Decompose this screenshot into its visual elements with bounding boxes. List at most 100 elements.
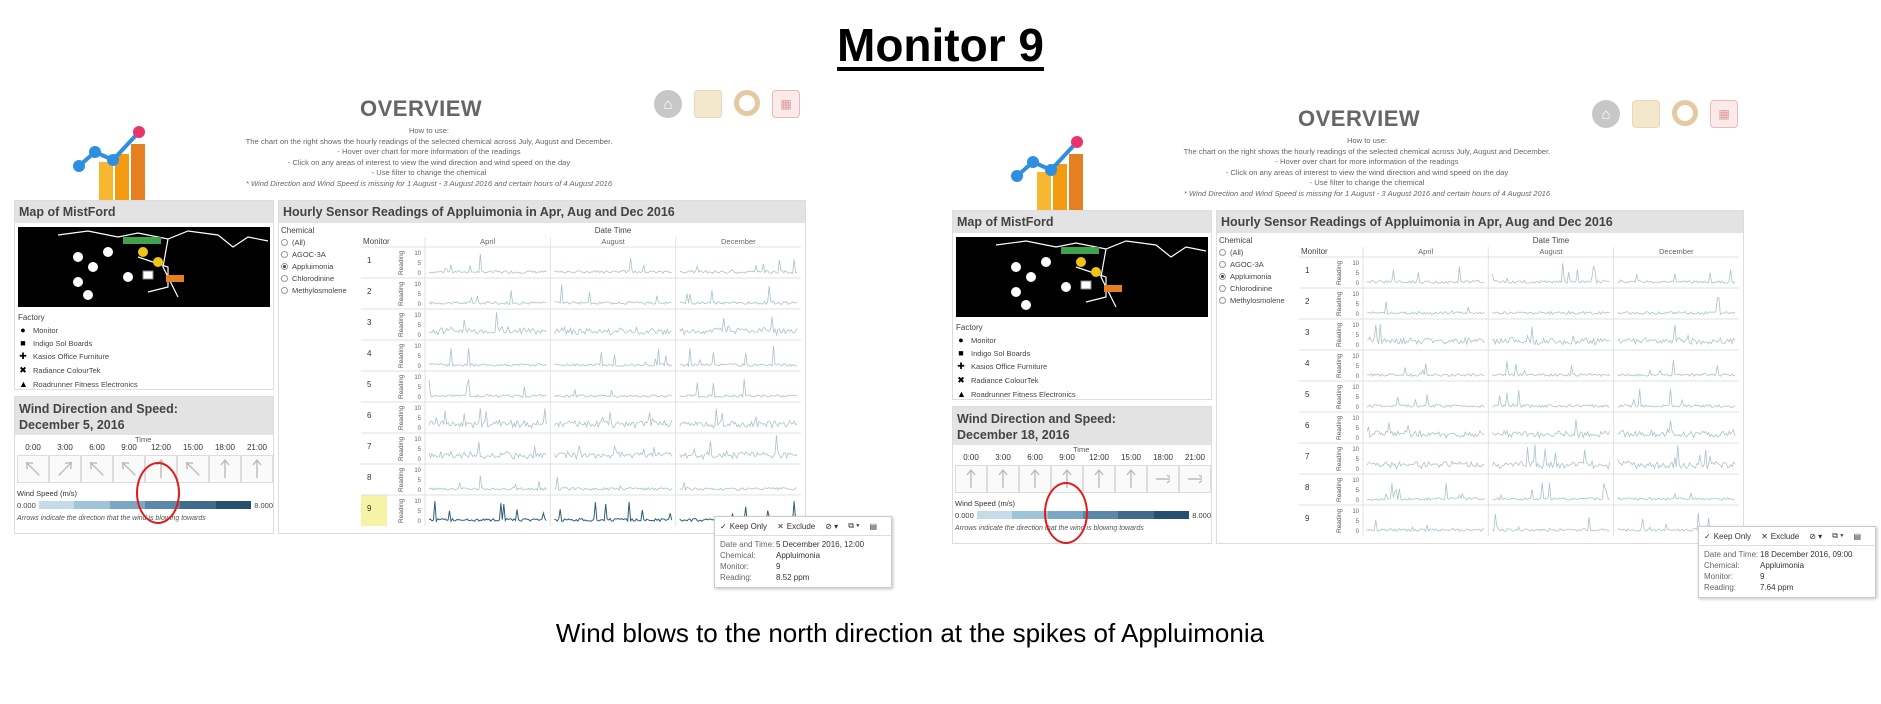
reading-series-line[interactable] bbox=[554, 257, 672, 274]
group-icon[interactable]: ⊘ ▾ bbox=[1809, 532, 1822, 541]
set-icon[interactable]: ⧉ ▾ bbox=[1832, 531, 1843, 541]
reading-series-line[interactable] bbox=[679, 435, 798, 461]
reading-series-line[interactable] bbox=[1617, 360, 1736, 377]
reading-series-line[interactable] bbox=[1492, 310, 1610, 315]
reading-series-line[interactable] bbox=[679, 482, 798, 492]
legend-label: Indigo Sol Boards bbox=[971, 348, 1031, 358]
reading-series-line[interactable] bbox=[553, 444, 673, 461]
donut-chart-icon[interactable] bbox=[1672, 100, 1698, 126]
reading-series-line[interactable] bbox=[428, 379, 547, 398]
reading-series-line[interactable] bbox=[679, 286, 798, 305]
view-data-icon[interactable]: ▤ bbox=[869, 522, 877, 531]
reading-series-line[interactable] bbox=[679, 379, 798, 399]
reading-series-line[interactable] bbox=[1491, 419, 1611, 440]
reading-series-line[interactable] bbox=[554, 501, 673, 523]
wind-cell[interactable] bbox=[81, 455, 113, 483]
reading-series-line[interactable] bbox=[1617, 445, 1736, 470]
chemical-option[interactable]: AGOC-3A bbox=[281, 250, 359, 259]
reading-series-line[interactable] bbox=[428, 253, 547, 274]
reading-series-line[interactable] bbox=[1491, 444, 1611, 471]
calendar-icon[interactable]: ▦ bbox=[1710, 100, 1738, 128]
chemical-option[interactable]: (All) bbox=[281, 238, 359, 247]
reading-series-line[interactable] bbox=[428, 347, 547, 368]
chemical-option[interactable]: Methylosmolene bbox=[281, 286, 359, 295]
set-icon[interactable]: ⧉ ▾ bbox=[848, 521, 859, 531]
exclude-button[interactable]: ✕ Exclude bbox=[1761, 532, 1799, 541]
reading-series-line[interactable] bbox=[554, 389, 672, 399]
month-header: April bbox=[1418, 247, 1433, 256]
reading-series-line[interactable] bbox=[1366, 422, 1485, 439]
wind-cell[interactable] bbox=[209, 455, 241, 483]
chemical-option[interactable]: Appluimonia bbox=[281, 262, 359, 271]
reading-series-line[interactable] bbox=[1492, 482, 1610, 502]
reading-series-line[interactable] bbox=[428, 501, 547, 523]
chemical-option[interactable]: (All) bbox=[1219, 248, 1297, 257]
reading-series-line[interactable] bbox=[428, 441, 547, 460]
keep-only-button[interactable]: ✓ Keep Only bbox=[720, 522, 767, 531]
reading-series-line[interactable] bbox=[1617, 269, 1736, 284]
group-icon[interactable]: ⊘ ▾ bbox=[825, 522, 838, 531]
reading-series-line[interactable] bbox=[1617, 420, 1736, 439]
wind-cell[interactable] bbox=[49, 455, 81, 483]
wind-cell[interactable] bbox=[1083, 465, 1115, 493]
wind-cell[interactable] bbox=[955, 465, 987, 493]
wind-cell[interactable] bbox=[177, 455, 209, 483]
exclude-button[interactable]: ✕ Exclude bbox=[777, 522, 815, 531]
chemical-option[interactable]: Chlorodinine bbox=[1219, 284, 1297, 293]
reading-series-line[interactable] bbox=[553, 411, 673, 430]
wind-cell[interactable] bbox=[17, 455, 49, 483]
reading-series-line[interactable] bbox=[679, 408, 798, 430]
mistford-map[interactable] bbox=[956, 237, 1208, 317]
reading-series-line[interactable] bbox=[1492, 326, 1610, 346]
readings-chart[interactable]: Date Time Monitor April August December 1 Read… bbox=[1299, 235, 1739, 543]
donut-chart-icon[interactable] bbox=[734, 90, 760, 116]
home-icon[interactable]: ⌂ bbox=[1592, 100, 1620, 128]
card-icon[interactable] bbox=[1632, 100, 1660, 128]
reading-series-line[interactable] bbox=[1366, 519, 1485, 533]
reading-series-line[interactable] bbox=[1491, 263, 1610, 285]
reading-series-line[interactable] bbox=[554, 284, 672, 305]
reading-series-line[interactable] bbox=[679, 259, 798, 274]
readings-chart[interactable]: Date Time Monitor April August December 1 Read… bbox=[361, 225, 801, 533]
reading-series-line[interactable] bbox=[1366, 483, 1485, 501]
calendar-icon[interactable]: ▦ bbox=[772, 90, 800, 118]
home-icon[interactable]: ⌂ bbox=[654, 90, 682, 118]
chemical-option[interactable]: Chlorodinine bbox=[281, 274, 359, 283]
month-header: April bbox=[480, 237, 495, 246]
reading-series-line[interactable] bbox=[428, 290, 547, 305]
reading-series-line[interactable] bbox=[1492, 513, 1610, 532]
chemical-option[interactable]: Appluimonia bbox=[1219, 272, 1297, 281]
reading-series-line[interactable] bbox=[1492, 389, 1610, 409]
mistford-map[interactable] bbox=[18, 227, 270, 307]
reading-series-line[interactable] bbox=[428, 408, 547, 429]
reading-series-line[interactable] bbox=[1492, 361, 1610, 377]
reading-series-line[interactable] bbox=[1617, 297, 1736, 316]
reading-series-line[interactable] bbox=[1617, 492, 1736, 501]
reading-series-line[interactable] bbox=[554, 476, 673, 492]
reading-series-line[interactable] bbox=[679, 345, 798, 368]
reading-series-line[interactable] bbox=[554, 349, 672, 367]
chemical-option[interactable]: Methylosmolene bbox=[1219, 296, 1297, 305]
reading-series-line[interactable] bbox=[1366, 363, 1485, 377]
reading-series-line[interactable] bbox=[1366, 266, 1485, 284]
reading-series-line[interactable] bbox=[1366, 301, 1485, 315]
wind-cell[interactable] bbox=[1019, 465, 1051, 493]
wind-cell[interactable] bbox=[1147, 465, 1179, 493]
wind-cell[interactable] bbox=[1179, 465, 1211, 493]
card-icon[interactable] bbox=[694, 90, 722, 118]
reading-series-line[interactable] bbox=[1366, 460, 1485, 471]
reading-series-line[interactable] bbox=[1617, 324, 1736, 346]
wind-cell[interactable] bbox=[241, 455, 273, 483]
reading-series-line[interactable] bbox=[428, 475, 547, 492]
reading-series-line[interactable] bbox=[1367, 323, 1485, 346]
view-data-icon[interactable]: ▤ bbox=[1853, 532, 1861, 541]
reading-series-line[interactable] bbox=[1366, 394, 1485, 408]
reading-series-line[interactable] bbox=[428, 312, 547, 336]
chemical-option[interactable]: AGOC-3A bbox=[1219, 260, 1297, 269]
reading-series-line[interactable] bbox=[553, 325, 672, 336]
wind-cell[interactable] bbox=[987, 465, 1019, 493]
keep-only-button[interactable]: ✓ Keep Only bbox=[1704, 532, 1751, 541]
wind-cell[interactable] bbox=[1115, 465, 1147, 493]
reading-series-line[interactable] bbox=[1617, 388, 1736, 408]
reading-series-line[interactable] bbox=[679, 316, 798, 337]
